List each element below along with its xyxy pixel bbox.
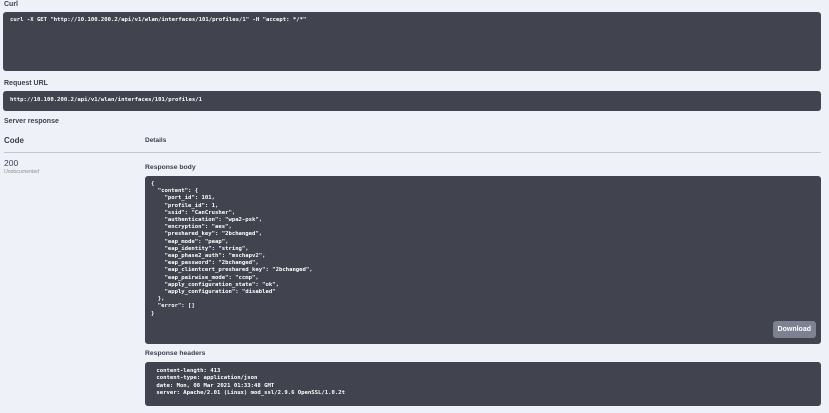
curl-command-box[interactable]: curl -X GET "http://10.100.200.2/api/v1/… <box>3 12 821 71</box>
response-body-text: { "content": { "port_id": 101, "profile_… <box>151 181 313 317</box>
server-response-label: Server response <box>4 118 59 125</box>
response-headers-label: Response headers <box>145 350 206 357</box>
response-headers-text: content-length: 413 content-type: applic… <box>156 368 345 397</box>
download-button[interactable]: Download <box>772 321 816 338</box>
curl-label: Curl <box>4 1 18 8</box>
request-url-box[interactable]: http://10.100.200.2/api/v1/wlan/interfac… <box>3 91 821 111</box>
header-divider <box>4 152 821 153</box>
response-code: 200 <box>4 158 19 168</box>
request-url-text: http://10.100.200.2/api/v1/wlan/interfac… <box>10 97 202 103</box>
request-url-label: Request URL <box>4 80 48 87</box>
details-column-header: Details <box>145 137 167 144</box>
response-code-note: Undocumented <box>4 169 40 175</box>
response-body-box[interactable]: { "content": { "port_id": 101, "profile_… <box>145 176 821 344</box>
code-column-header: Code <box>4 136 24 145</box>
response-body-label: Response body <box>145 164 196 171</box>
curl-command-text: curl -X GET "http://10.100.200.2/api/v1/… <box>10 17 307 23</box>
response-headers-box[interactable]: content-length: 413 content-type: applic… <box>145 362 821 406</box>
